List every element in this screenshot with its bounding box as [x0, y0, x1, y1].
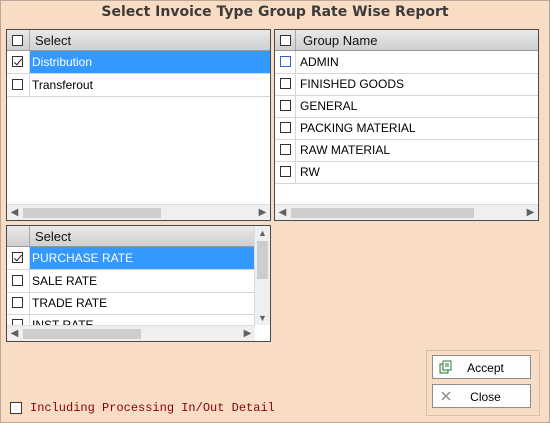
row-checkbox[interactable]	[280, 100, 291, 111]
accept-button-label: Accept	[467, 361, 504, 375]
list-item[interactable]: ADMIN	[275, 51, 538, 74]
row-label: GENERAL	[300, 99, 358, 113]
scroll-left-icon[interactable]: ◀	[275, 205, 290, 220]
row-label: RW	[300, 165, 320, 179]
rate-grid[interactable]: Select PURCHASE RATE SALE RATE TRADE RAT…	[6, 225, 271, 342]
list-item[interactable]: GENERAL	[275, 95, 538, 118]
scroll-right-icon[interactable]: ▶	[523, 205, 538, 220]
scroll-right-icon[interactable]: ▶	[255, 205, 270, 220]
row-label: ADMIN	[300, 55, 339, 69]
row-checkbox[interactable]	[280, 78, 291, 89]
row-checkbox[interactable]	[280, 166, 291, 177]
accept-button[interactable]: Accept	[432, 355, 531, 379]
scroll-right-icon[interactable]: ▶	[240, 326, 255, 341]
scroll-thumb[interactable]	[257, 241, 268, 279]
window-title: Select Invoice Type Group Rate Wise Repo…	[101, 4, 449, 20]
list-item[interactable]: Distribution	[7, 51, 270, 74]
row-checkbox[interactable]	[12, 56, 23, 67]
row-checkbox[interactable]	[12, 297, 23, 308]
select-all-checkbox[interactable]	[12, 35, 23, 46]
row-check-cell[interactable]	[7, 292, 30, 314]
list-item[interactable]: PACKING MATERIAL	[275, 117, 538, 140]
including-processing-checkbox[interactable]	[10, 402, 22, 414]
group-header-label: Group Name	[303, 33, 378, 48]
rate-header-check-cell	[7, 226, 30, 246]
scroll-up-icon[interactable]: ▲	[255, 226, 270, 240]
list-item[interactable]: Transferout	[7, 74, 270, 97]
list-item[interactable]: TRADE RATE	[7, 292, 255, 315]
scroll-thumb[interactable]	[23, 208, 161, 218]
group-name-grid[interactable]: Group Name ADMIN FINISHED GOODS GENERAL …	[274, 29, 539, 221]
close-button-label: Close	[470, 390, 501, 404]
group-grid-header: Group Name	[275, 30, 538, 51]
rate-grid-header: Select	[7, 226, 255, 247]
row-checkbox[interactable]	[12, 79, 23, 90]
row-label: RAW MATERIAL	[300, 143, 391, 157]
list-item[interactable]: FINISHED GOODS	[275, 73, 538, 96]
scroll-down-icon[interactable]: ▼	[255, 311, 270, 325]
row-label: TRADE RATE	[32, 296, 108, 310]
list-item[interactable]: PURCHASE RATE	[7, 247, 255, 270]
horizontal-scrollbar[interactable]: ◀ ▶	[7, 204, 270, 220]
close-button[interactable]: Close	[432, 384, 531, 408]
invoice-header-label: Select	[35, 33, 72, 48]
row-checkbox[interactable]	[12, 252, 23, 263]
scroll-left-icon[interactable]: ◀	[7, 326, 22, 341]
row-label: Distribution	[32, 55, 93, 69]
invoice-type-grid[interactable]: Select Distribution Transferout ◀ ▶	[6, 29, 271, 221]
scroll-thumb[interactable]	[23, 329, 141, 339]
row-checkbox[interactable]	[280, 144, 291, 155]
row-check-cell[interactable]	[275, 117, 296, 139]
row-check-cell[interactable]	[275, 95, 296, 117]
row-checkbox[interactable]	[280, 122, 291, 133]
list-item[interactable]: SALE RATE	[7, 270, 255, 293]
row-check-cell[interactable]	[7, 74, 30, 96]
row-check-cell[interactable]	[275, 51, 296, 73]
row-check-cell[interactable]	[7, 51, 30, 73]
including-processing-label[interactable]: Including Processing In/Out Detail	[30, 401, 275, 415]
row-check-cell[interactable]	[7, 270, 30, 292]
row-label: Transferout	[32, 78, 93, 92]
invoice-header-check-cell[interactable]	[7, 30, 30, 50]
horizontal-scrollbar[interactable]: ◀ ▶	[275, 204, 538, 220]
row-check-cell[interactable]	[275, 73, 296, 95]
invoice-grid-header: Select	[7, 30, 270, 51]
list-item[interactable]: RW	[275, 161, 538, 184]
row-label: PACKING MATERIAL	[300, 121, 416, 135]
row-label: SALE RATE	[32, 274, 98, 288]
row-check-cell[interactable]	[7, 247, 30, 269]
row-label: PURCHASE RATE	[32, 251, 134, 265]
select-all-checkbox[interactable]	[280, 35, 291, 46]
group-header-check-cell[interactable]	[275, 30, 296, 50]
scroll-thumb[interactable]	[291, 208, 474, 218]
row-check-cell[interactable]	[275, 139, 296, 161]
row-checkbox[interactable]	[12, 275, 23, 286]
scroll-left-icon[interactable]: ◀	[7, 205, 22, 220]
row-checkbox[interactable]	[280, 56, 291, 67]
row-check-cell[interactable]	[275, 161, 296, 183]
vertical-scrollbar[interactable]: ▲ ▼	[254, 226, 270, 325]
horizontal-scrollbar[interactable]: ◀ ▶	[7, 325, 255, 341]
row-label: FINISHED GOODS	[300, 77, 405, 91]
rate-header-label: Select	[35, 229, 72, 244]
list-item[interactable]: RAW MATERIAL	[275, 139, 538, 162]
